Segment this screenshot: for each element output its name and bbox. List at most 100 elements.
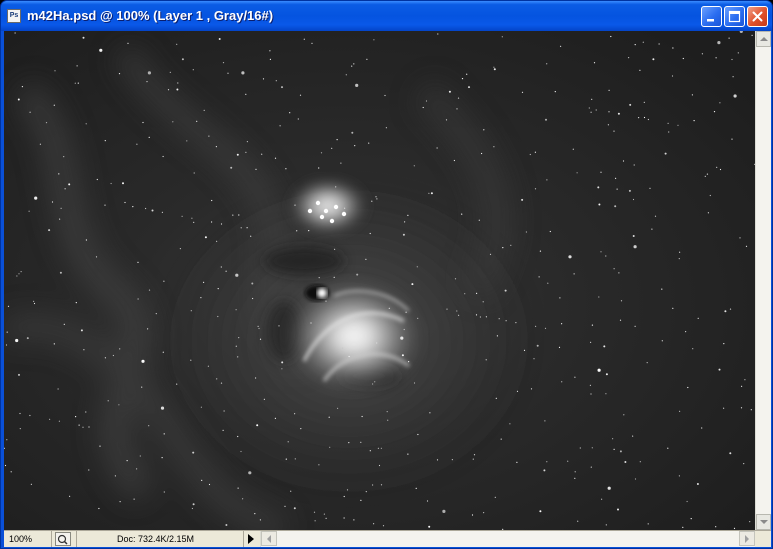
star (647, 118, 650, 121)
star (740, 407, 743, 409)
star (200, 297, 202, 299)
star (220, 266, 222, 268)
star (719, 102, 721, 104)
star (104, 357, 106, 359)
star (613, 448, 615, 450)
star (148, 289, 151, 291)
image-canvas[interactable] (4, 31, 755, 530)
star (203, 109, 205, 111)
star (473, 454, 476, 456)
zoom-level-field[interactable]: 100% (4, 531, 52, 547)
star (744, 379, 746, 381)
star (331, 147, 333, 149)
scroll-up-button[interactable] (756, 31, 771, 47)
scroll-down-button[interactable] (756, 514, 771, 530)
star (667, 122, 669, 124)
star (643, 101, 645, 103)
star (285, 168, 287, 170)
status-menu-arrow-icon[interactable] (246, 533, 256, 545)
star (479, 316, 481, 318)
bright-star (341, 211, 347, 217)
star (691, 94, 694, 96)
star (445, 119, 448, 121)
star (294, 413, 296, 415)
star (230, 166, 233, 169)
star (110, 182, 112, 185)
horizontal-scrollbar[interactable] (260, 531, 755, 547)
star (64, 188, 66, 190)
star (218, 38, 221, 40)
star (723, 407, 725, 409)
star (485, 359, 487, 361)
star (672, 307, 674, 309)
star (547, 282, 549, 284)
star (258, 327, 260, 330)
star (430, 192, 433, 195)
star (75, 302, 77, 304)
bright-star (329, 218, 335, 224)
star (208, 483, 211, 486)
star (360, 441, 362, 443)
navigator-button[interactable] (55, 532, 71, 546)
star (369, 450, 371, 452)
scroll-right-button[interactable] (739, 531, 755, 546)
star (88, 469, 90, 471)
star (85, 411, 87, 413)
star (78, 424, 80, 426)
star (448, 90, 451, 93)
star (378, 464, 381, 467)
scroll-left-button[interactable] (261, 531, 277, 546)
star (192, 451, 195, 454)
star (275, 80, 277, 82)
star (718, 368, 721, 371)
star (610, 35, 612, 38)
arrow-right-icon (745, 535, 749, 543)
star (161, 211, 163, 213)
resize-grip[interactable] (755, 531, 771, 547)
star (112, 354, 114, 357)
star (223, 410, 225, 412)
maximize-icon (728, 10, 741, 23)
star (151, 209, 154, 212)
star (546, 63, 548, 65)
star (619, 450, 622, 453)
star (269, 50, 271, 52)
star (682, 57, 684, 60)
star (380, 484, 383, 486)
star (225, 524, 228, 526)
star (104, 204, 106, 206)
arrow-down-icon (760, 520, 768, 524)
star (620, 300, 623, 302)
star (595, 109, 597, 111)
close-button[interactable] (747, 6, 768, 27)
maximize-button[interactable] (724, 6, 745, 27)
star (299, 94, 302, 96)
star (384, 94, 386, 97)
star (336, 139, 338, 141)
star (534, 188, 537, 190)
vertical-scrollbar[interactable] (755, 31, 771, 530)
minimize-button[interactable] (701, 6, 722, 27)
star (181, 215, 183, 217)
star (222, 429, 224, 431)
star (220, 382, 223, 384)
star (325, 300, 327, 302)
star (340, 162, 342, 164)
title-bar[interactable]: Ps m42Ha.psd @ 100% (Layer 1 , Gray/16#) (1, 1, 772, 31)
photoshop-app-icon[interactable]: Ps (7, 9, 21, 23)
star (461, 213, 463, 215)
star (237, 356, 239, 358)
star (163, 433, 165, 435)
star (743, 463, 745, 465)
star (172, 121, 174, 123)
star (337, 407, 339, 409)
star (126, 460, 128, 462)
star (461, 78, 464, 80)
star (122, 182, 124, 185)
star (18, 273, 20, 275)
star (690, 518, 692, 520)
star (139, 455, 141, 457)
star (749, 521, 751, 523)
star (729, 308, 732, 310)
star (95, 256, 98, 258)
